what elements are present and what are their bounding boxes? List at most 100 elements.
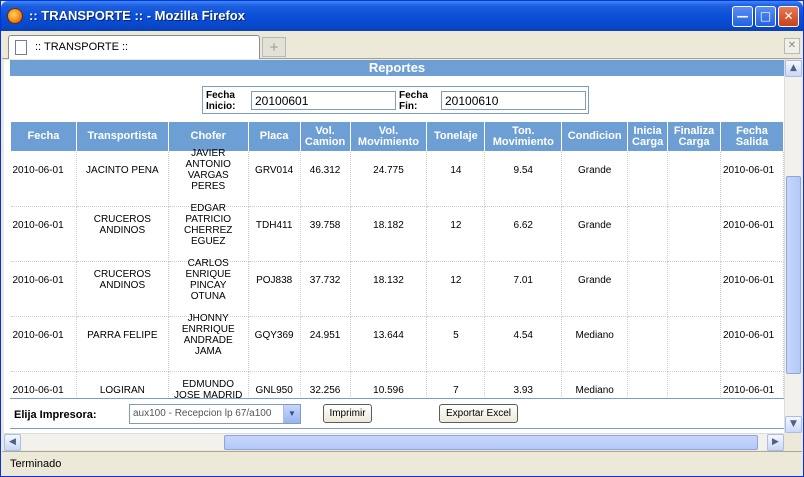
- cell-condicion: Grande: [561, 142, 629, 198]
- fecha-fin-input[interactable]: 20100610: [441, 91, 586, 110]
- cell-placa: POJ838: [248, 252, 301, 308]
- cell-chofer: JHONNY ENRRIQUE ANDRADE JAMA: [168, 307, 249, 363]
- cell-finaliza: [667, 142, 721, 198]
- cell-salida: 2010-06-01: [720, 252, 784, 308]
- cell-ton-mov: 7.01: [484, 252, 563, 308]
- tab-transporte[interactable]: :: TRANSPORTE ::: [8, 35, 260, 59]
- cell-inicia: [627, 197, 669, 253]
- cell-tonelaje: 14: [426, 142, 486, 198]
- fecha-fin-label: Fecha Fin:: [399, 90, 428, 112]
- cell-ton-mov: 3.93: [484, 362, 563, 398]
- status-text: Terminado: [10, 458, 62, 470]
- title-bar: :: TRANSPORTE :: - Mozilla Firefox — □ ✕: [1, 1, 803, 31]
- horizontal-scroll-thumb[interactable]: [224, 435, 758, 450]
- cell-transportista: PARRA FELIPE: [76, 307, 169, 363]
- chevron-down-icon[interactable]: ▼: [283, 405, 300, 423]
- cell-inicia: [627, 362, 669, 398]
- cell-chofer: JAVIER ANTONIO VARGAS PERES: [168, 142, 249, 198]
- cell-fecha: 2010-06-01: [10, 362, 77, 398]
- cell-finaliza: [667, 197, 721, 253]
- cell-chofer: EDGAR PATRICIO CHERREZ EGUEZ: [168, 197, 249, 253]
- cell-salida: 2010-06-01: [720, 307, 784, 363]
- cell-transportista: CRUCEROS ANDINOS: [76, 252, 169, 308]
- minimize-button[interactable]: —: [732, 6, 753, 27]
- horizontal-scrollbar[interactable]: ◀ ▶: [4, 433, 784, 451]
- cell-inicia: [627, 307, 669, 363]
- cell-fecha: 2010-06-01: [10, 142, 77, 198]
- printer-select[interactable]: aux100 - Recepcion lp 67/a100 ▼: [129, 404, 301, 424]
- cell-placa: TDH411: [248, 197, 301, 253]
- cell-chofer: CARLOS ENRIQUE PINCAY OTUNA: [168, 252, 249, 308]
- table-row: 2010-06-01 LOGIRAN EDMUNDO JOSE MADRID GNL95…: [10, 362, 784, 398]
- printer-label: Elija Impresora:: [14, 409, 97, 421]
- cell-vol-mov: 10.596: [350, 362, 428, 398]
- cell-vol-camion: 39.758: [300, 197, 351, 253]
- cell-tonelaje: 7: [426, 362, 486, 398]
- status-bar: Terminado: [2, 451, 802, 476]
- cell-finaliza: [667, 252, 721, 308]
- close-window-button[interactable]: ✕: [778, 6, 799, 27]
- report-table: Fecha Transportista Chofer Placa Vol. Camion V…: [10, 121, 784, 398]
- page-heading: Reportes: [10, 60, 784, 76]
- cell-vol-mov: 24.775: [350, 142, 428, 198]
- table-row: 2010-06-01 JACINTO PENA JAVIER ANTONIO VARGA…: [10, 142, 784, 198]
- cell-inicia: [627, 252, 669, 308]
- cell-tonelaje: 12: [426, 197, 486, 253]
- page-content: Reportes Fecha Inicio: 20100601 Fecha Fin:…: [4, 60, 784, 433]
- vertical-scrollbar[interactable]: ▲ ▼: [784, 60, 802, 433]
- cell-salida: 2010-06-01: [720, 142, 784, 198]
- cell-vol-mov: 13.644: [350, 307, 428, 363]
- cell-condicion: Mediano: [561, 362, 629, 398]
- cell-vol-mov: 18.132: [350, 252, 428, 308]
- cell-fecha: 2010-06-01: [10, 252, 77, 308]
- print-button[interactable]: Imprimir: [323, 404, 372, 423]
- report-table-container: Fecha Transportista Chofer Placa Vol. Camion V…: [10, 121, 784, 398]
- tab-strip: :: TRANSPORTE :: + ✕: [2, 31, 802, 59]
- fecha-inicio-input[interactable]: 20100601: [251, 91, 396, 110]
- cell-inicia: [627, 142, 669, 198]
- fecha-inicio-label: Fecha Inicio:: [206, 90, 236, 112]
- cell-finaliza: [667, 362, 721, 398]
- cell-vol-mov: 18.182: [350, 197, 428, 253]
- table-row: 2010-06-01 PARRA FELIPE JHONNY ENRRIQUE ANDR…: [10, 307, 784, 363]
- firefox-window: :: TRANSPORTE :: - Mozilla Firefox — □ ✕…: [0, 0, 804, 477]
- scroll-down-icon[interactable]: ▼: [785, 416, 802, 433]
- table-row: 2010-06-01 CRUCEROS ANDINOS CARLOS ENRIQUE PI…: [10, 252, 784, 308]
- cell-vol-camion: 46.312: [300, 142, 351, 198]
- cell-tonelaje: 12: [426, 252, 486, 308]
- close-tab-button[interactable]: ✕: [784, 38, 800, 54]
- cell-placa: GRV014: [248, 142, 301, 198]
- window-title: :: TRANSPORTE :: - Mozilla Firefox: [29, 8, 245, 23]
- cell-salida: 2010-06-01: [720, 197, 784, 253]
- date-range-filter: Fecha Inicio: 20100601 Fecha Fin: 20100610: [202, 86, 589, 114]
- scrollbar-corner: [784, 433, 801, 450]
- tab-label: :: TRANSPORTE ::: [35, 41, 129, 53]
- scroll-up-icon[interactable]: ▲: [785, 60, 802, 77]
- maximize-button[interactable]: □: [755, 6, 776, 27]
- export-excel-button[interactable]: Exportar Excel: [439, 404, 518, 423]
- cell-salida: 2010-06-01: [720, 362, 784, 398]
- vertical-scroll-thumb[interactable]: [786, 176, 801, 374]
- cell-fecha: 2010-06-01: [10, 307, 77, 363]
- cell-vol-camion: 32.256: [300, 362, 351, 398]
- cell-vol-camion: 24.951: [300, 307, 351, 363]
- scroll-right-icon[interactable]: ▶: [767, 434, 784, 451]
- cell-tonelaje: 5: [426, 307, 486, 363]
- cell-ton-mov: 9.54: [484, 142, 563, 198]
- cell-fecha: 2010-06-01: [10, 197, 77, 253]
- cell-vol-camion: 37.732: [300, 252, 351, 308]
- printer-selected-value: aux100 - Recepcion lp 67/a100: [133, 408, 272, 419]
- cell-condicion: Grande: [561, 197, 629, 253]
- table-row: 2010-06-01 CRUCEROS ANDINOS EDGAR PATRICIO CH…: [10, 197, 784, 253]
- cell-ton-mov: 6.62: [484, 197, 563, 253]
- cell-placa: GNL950: [248, 362, 301, 398]
- print-controls: Elija Impresora: aux100 - Recepcion lp 6…: [10, 398, 784, 429]
- cell-transportista: CRUCEROS ANDINOS: [76, 197, 169, 253]
- page-icon: [15, 40, 27, 55]
- cell-transportista: JACINTO PENA: [76, 142, 169, 198]
- cell-condicion: Grande: [561, 252, 629, 308]
- cell-transportista: LOGIRAN: [76, 362, 169, 398]
- new-tab-button[interactable]: +: [262, 37, 286, 57]
- scroll-left-icon[interactable]: ◀: [4, 434, 21, 451]
- cell-placa: GQY369: [248, 307, 301, 363]
